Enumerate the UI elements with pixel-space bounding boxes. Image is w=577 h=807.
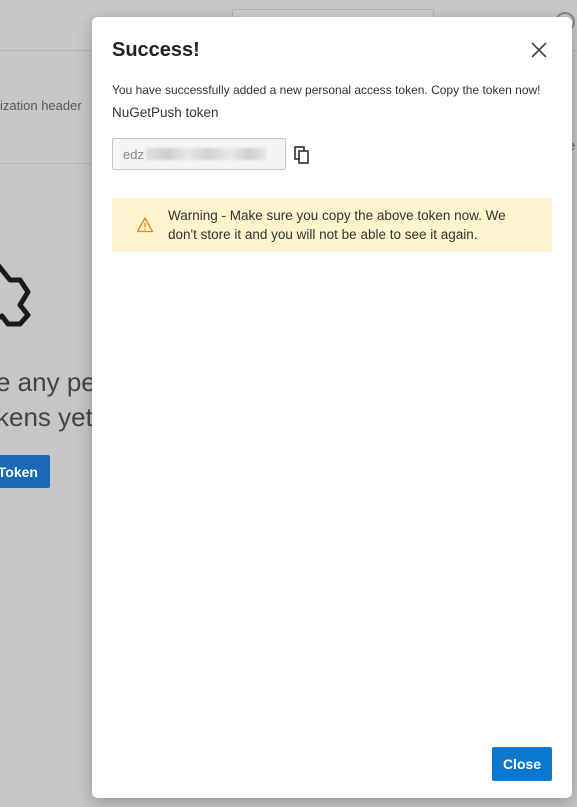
close-icon[interactable] — [528, 39, 550, 61]
success-message: You have successfully added a new person… — [112, 83, 541, 97]
dialog-title: Success! — [112, 39, 200, 61]
token-value-field[interactable]: edz — [112, 138, 286, 170]
token-name-label: NuGetPush token — [112, 105, 219, 120]
token-value-prefix: edz — [123, 146, 144, 162]
warning-icon — [136, 217, 154, 233]
background-new-token-button: Token — [0, 455, 50, 488]
background-empty-state-line1: e any pe — [0, 367, 96, 397]
warning-text: Warning - Make sure you copy the above t… — [168, 208, 506, 242]
key-icon — [0, 263, 31, 327]
success-dialog: Success! You have successfully added a n… — [92, 17, 572, 798]
background-empty-state-line2: kens yet. — [0, 402, 101, 432]
token-value-redacted — [145, 148, 266, 160]
copy-icon[interactable] — [292, 144, 312, 166]
warning-banner: Warning - Make sure you copy the above t… — [112, 198, 552, 252]
close-button[interactable]: Close — [492, 747, 552, 781]
background-divider — [0, 163, 100, 164]
background-auth-header-text: ization header — [0, 98, 82, 113]
